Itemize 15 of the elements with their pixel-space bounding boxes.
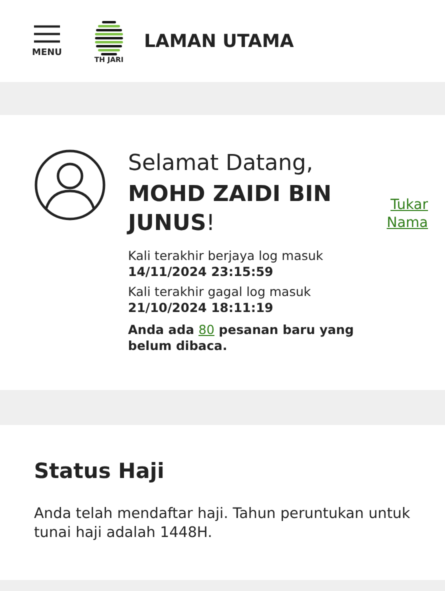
message-count-link[interactable]: 80 (198, 322, 214, 337)
change-name-link[interactable]: Tukar Nama (368, 196, 428, 390)
user-avatar-icon (34, 149, 106, 221)
login-time: 21/10/2024 18:11:19 (128, 300, 274, 316)
hajj-status-text: Anda telah mendaftar haji. Tahun peruntukan untuk tunai haji adalah 1448H. (34, 505, 411, 543)
section-title: Status Haji (34, 459, 166, 483)
login-time: 14/11/2024 23:15:59 (128, 264, 274, 280)
menu-icon (34, 24, 60, 42)
login-label: Kali terakhir berjaya log masuk (128, 248, 324, 264)
greeting-text: Selamat Datang, (128, 150, 314, 178)
menu-button[interactable]: MENU (32, 24, 62, 58)
user-name: MOHD ZAIDI BIN JUNUS! (128, 181, 333, 238)
login-label: Kali terakhir gagal log masuk (128, 284, 312, 300)
unread-messages-text: Anda ada 80 pesanan baru yang belum dibaca. (128, 322, 355, 354)
page-title: LAMAN UTAMA (144, 30, 294, 52)
